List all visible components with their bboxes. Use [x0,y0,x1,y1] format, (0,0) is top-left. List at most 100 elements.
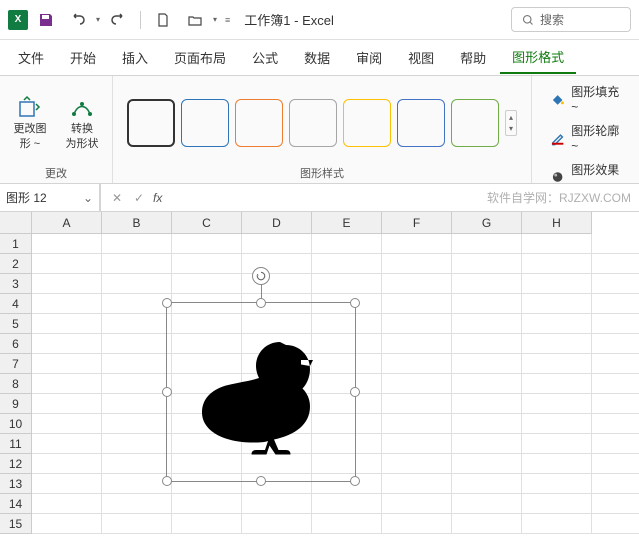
cell[interactable] [522,234,592,254]
style-swatch-1[interactable] [127,99,175,147]
cell[interactable] [382,454,452,474]
undo-button[interactable] [64,6,92,34]
cell[interactable] [522,354,592,374]
cell[interactable] [102,474,172,494]
cell[interactable] [522,294,592,314]
cell[interactable] [452,454,522,474]
cell[interactable] [382,514,452,534]
cell[interactable] [312,274,382,294]
cell[interactable] [452,314,522,334]
cell[interactable] [32,414,102,434]
tab-shape-format[interactable]: 图形格式 [500,41,576,74]
row-header[interactable]: 11 [0,434,32,454]
style-gallery-expand[interactable]: ▴ ▾ [505,110,517,136]
cell[interactable] [592,454,639,474]
resize-handle-tr[interactable] [350,298,360,308]
cell[interactable] [32,454,102,474]
cell[interactable] [32,474,102,494]
resize-handle-bl[interactable] [162,476,172,486]
selected-shape[interactable] [166,302,356,482]
row-header[interactable]: 6 [0,334,32,354]
resize-handle-tm[interactable] [256,298,266,308]
cell[interactable] [32,354,102,374]
rotation-handle[interactable] [252,267,270,285]
cell[interactable] [522,334,592,354]
cell[interactable] [452,394,522,414]
shape-fill-button[interactable]: 图形填充 ~ [544,80,633,117]
cell[interactable] [382,494,452,514]
search-box[interactable]: 搜索 [511,7,631,32]
row-header[interactable]: 12 [0,454,32,474]
cell[interactable] [592,494,639,514]
qat-overflow-icon[interactable]: ≡ [225,15,230,25]
cell[interactable] [452,254,522,274]
cell[interactable] [32,514,102,534]
tab-data[interactable]: 数据 [292,42,342,73]
cell[interactable] [522,314,592,334]
col-header[interactable]: H [522,212,592,234]
cell[interactable] [592,474,639,494]
cell[interactable] [312,514,382,534]
resize-handle-tl[interactable] [162,298,172,308]
col-header[interactable]: D [242,212,312,234]
undo-chevron-icon[interactable]: ▾ [96,15,100,24]
cell[interactable] [522,514,592,534]
row-header[interactable]: 15 [0,514,32,534]
cell[interactable] [242,514,312,534]
cell[interactable] [522,434,592,454]
open-chevron-icon[interactable]: ▾ [213,15,217,24]
shape-outline-button[interactable]: 图形轮廓 ~ [544,119,633,156]
cell[interactable] [452,294,522,314]
cell[interactable] [592,514,639,534]
cell[interactable] [32,274,102,294]
row-header[interactable]: 7 [0,354,32,374]
style-swatch-4[interactable] [289,99,337,147]
cell[interactable] [32,314,102,334]
row-header[interactable]: 5 [0,314,32,334]
cell[interactable] [522,414,592,434]
new-file-button[interactable] [149,6,177,34]
change-shape-button[interactable]: 更改图 形 ~ [6,90,54,155]
cell[interactable] [592,354,639,374]
cell[interactable] [382,354,452,374]
accept-formula-button[interactable]: ✓ [129,191,149,205]
cell[interactable] [452,374,522,394]
col-header[interactable]: B [102,212,172,234]
cell[interactable] [592,254,639,274]
cell[interactable] [452,414,522,434]
row-header[interactable]: 1 [0,234,32,254]
row-header[interactable]: 14 [0,494,32,514]
cell[interactable] [102,314,172,334]
convert-to-shape-button[interactable]: 转换 为形状 [58,90,106,155]
tab-file[interactable]: 文件 [6,42,56,73]
name-box-chevron-icon[interactable]: ⌄ [83,191,93,205]
cell[interactable] [522,274,592,294]
cell[interactable] [382,374,452,394]
resize-handle-br[interactable] [350,476,360,486]
cell[interactable] [592,334,639,354]
cell[interactable] [32,374,102,394]
cell[interactable] [522,454,592,474]
col-header[interactable]: G [452,212,522,234]
cell[interactable] [382,394,452,414]
cell[interactable] [452,514,522,534]
cell[interactable] [312,254,382,274]
cell[interactable] [522,494,592,514]
cell[interactable] [592,374,639,394]
cell[interactable] [102,254,172,274]
cell[interactable] [522,254,592,274]
cell[interactable] [242,234,312,254]
cell[interactable] [102,274,172,294]
resize-handle-ml[interactable] [162,387,172,397]
cell[interactable] [452,494,522,514]
style-swatch-6[interactable] [397,99,445,147]
select-all-corner[interactable] [0,212,32,234]
col-header[interactable]: C [172,212,242,234]
cell[interactable] [32,394,102,414]
cell[interactable] [592,394,639,414]
cell[interactable] [382,274,452,294]
cell[interactable] [382,234,452,254]
cell[interactable] [522,394,592,414]
cell[interactable] [172,234,242,254]
cell[interactable] [452,234,522,254]
